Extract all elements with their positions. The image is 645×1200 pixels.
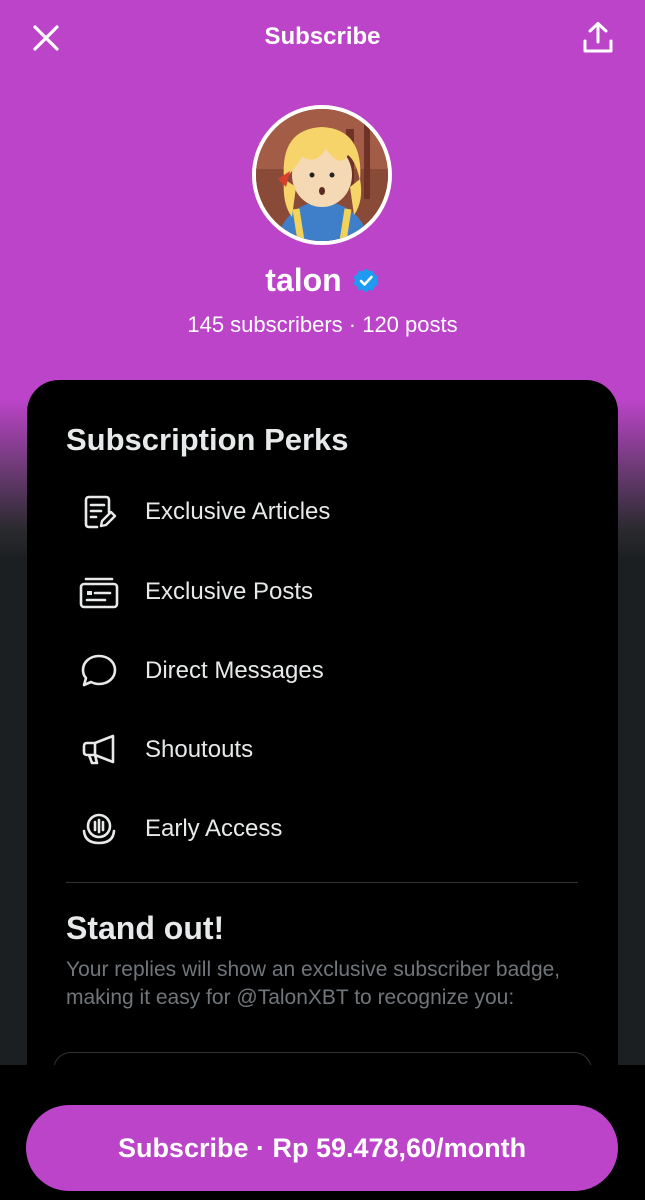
perk-label: Early Access <box>145 815 283 842</box>
username: talon <box>265 262 342 298</box>
perk-label: Direct Messages <box>145 657 324 684</box>
username-row: talon <box>0 262 645 299</box>
perk-item-exclusive-posts: Exclusive Posts <box>77 567 313 617</box>
avatar[interactable] <box>252 105 392 245</box>
perk-label: Exclusive Articles <box>145 498 331 525</box>
megaphone-icon <box>82 734 115 765</box>
perk-item-early-access: Early Access <box>77 804 282 854</box>
verified-badge-icon <box>353 268 379 292</box>
perk-item-shoutouts: Shoutouts <box>77 725 253 775</box>
divider <box>66 882 578 883</box>
standout-description: Your replies will show an exclusive subs… <box>66 958 561 1009</box>
perk-label: Exclusive Posts <box>145 578 314 605</box>
subscribe-button[interactable]: Subscribe · Rp 59.478,60/month <box>26 1105 618 1191</box>
perk-label: Shoutouts <box>145 736 254 763</box>
page-title: Subscribe <box>264 23 381 50</box>
perk-item-exclusive-articles: Exclusive Articles <box>77 487 330 537</box>
perks-title: Subscription Perks <box>66 422 349 457</box>
avatar-image <box>256 109 388 241</box>
share-button[interactable] <box>580 20 616 56</box>
top-bar: Subscribe <box>0 0 645 74</box>
article-icon <box>84 495 117 529</box>
standout-title: Stand out! <box>66 910 225 946</box>
message-icon <box>81 654 117 687</box>
perk-item-direct-messages: Direct Messages <box>77 646 324 696</box>
profile-stats: 145 subscribers · 120 posts <box>187 312 458 337</box>
posts-icon <box>79 577 119 609</box>
early-access-icon <box>82 813 116 845</box>
share-icon <box>583 22 613 53</box>
bottom-bar: Subscribe · Rp 59.478,60/month <box>0 1065 645 1200</box>
perks-card: Subscription Perks Exclusive Articles Ex… <box>27 380 618 1152</box>
